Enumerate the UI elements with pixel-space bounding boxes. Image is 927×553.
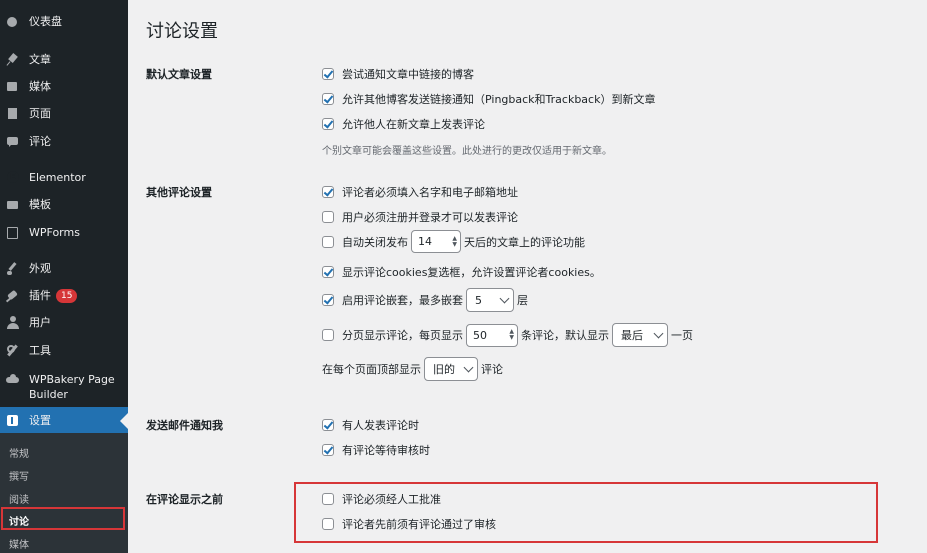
page-title: 讨论设置 bbox=[146, 21, 218, 42]
folder-icon bbox=[6, 198, 20, 212]
plugin-icon bbox=[6, 289, 20, 303]
checkbox[interactable] bbox=[322, 235, 334, 248]
submenu-reading[interactable]: 阅读 bbox=[9, 491, 29, 506]
before-appears-heading: 在评论显示之前 bbox=[146, 493, 223, 506]
checkbox[interactable] bbox=[322, 93, 334, 105]
submenu-writing[interactable]: 撰写 bbox=[9, 468, 29, 483]
close-days-input[interactable]: 14 ▲ ▼ bbox=[411, 230, 461, 253]
comment-order-select[interactable]: 旧的 bbox=[424, 357, 478, 381]
wrench-icon bbox=[6, 344, 20, 358]
option-cookies-optin[interactable]: 显示评论cookies复选框，允许设置评论者cookies。 bbox=[322, 264, 601, 280]
plugin-update-badge: 15 bbox=[56, 289, 78, 303]
option-threaded-comments[interactable]: 启用评论嵌套，最多嵌套 5 层 bbox=[322, 288, 528, 312]
brush-icon bbox=[6, 262, 20, 276]
menu-elementor[interactable]: Elementor bbox=[0, 171, 128, 185]
menu-wpforms[interactable]: WPForms bbox=[0, 226, 128, 240]
option-email-on-comment[interactable]: 有人发表评论时 bbox=[322, 417, 419, 433]
submenu-media[interactable]: 媒体 bbox=[9, 536, 29, 551]
submenu-general[interactable]: 常规 bbox=[9, 445, 29, 460]
menu-wpbakery[interactable]: WPBakery Page Builder bbox=[0, 372, 128, 402]
option-notify-linked-blogs[interactable]: 尝试通知文章中链接的博客 bbox=[322, 66, 474, 82]
highlight-box bbox=[294, 482, 878, 543]
forms-icon bbox=[6, 226, 20, 240]
elementor-icon bbox=[6, 171, 20, 185]
default-article-heading: 默认文章设置 bbox=[146, 68, 212, 81]
checkbox[interactable] bbox=[322, 419, 334, 431]
chevron-down-icon bbox=[463, 362, 474, 372]
menu-tools[interactable]: 工具 bbox=[0, 344, 128, 358]
option-allow-comments[interactable]: 允许他人在新文章上发表评论 bbox=[322, 116, 485, 132]
chevron-down-icon bbox=[499, 293, 510, 303]
option-allow-pingbacks[interactable]: 允许其他博客发送链接通知（Pingback和Trackback）到新文章 bbox=[322, 91, 655, 107]
menu-comments[interactable]: 评论 bbox=[0, 135, 128, 149]
option-email-on-moderation[interactable]: 有评论等待审核时 bbox=[322, 442, 430, 458]
stepper-icon[interactable]: ▲ ▼ bbox=[452, 235, 457, 248]
checkbox[interactable] bbox=[322, 294, 334, 306]
stepper-icon[interactable]: ▲ ▼ bbox=[509, 329, 514, 341]
option-comment-order: 在每个页面顶部显示 旧的 评论 bbox=[322, 357, 503, 381]
main-content: 讨论设置 默认文章设置 尝试通知文章中链接的博客 允许其他博客发送链接通知（Pi… bbox=[128, 0, 927, 553]
other-comment-heading: 其他评论设置 bbox=[146, 186, 212, 199]
menu-dashboard[interactable]: 仪表盘 bbox=[0, 15, 128, 29]
media-icon bbox=[6, 80, 20, 94]
menu-media[interactable]: 媒体 bbox=[0, 80, 128, 94]
menu-settings[interactable]: 设置 bbox=[0, 407, 128, 434]
menu-posts[interactable]: 文章 bbox=[0, 53, 128, 67]
menu-templates[interactable]: 模板 bbox=[0, 198, 128, 212]
checkbox[interactable] bbox=[322, 211, 334, 223]
settings-icon bbox=[6, 414, 20, 428]
email-me-heading: 发送邮件通知我 bbox=[146, 419, 223, 432]
cloud-icon bbox=[6, 372, 20, 386]
user-icon bbox=[6, 316, 20, 330]
checkbox[interactable] bbox=[322, 68, 334, 80]
option-paged-comments[interactable]: 分页显示评论，每页显示 50 ▲ ▼ 条评论，默认显示 最后 一页 bbox=[322, 323, 693, 347]
page-icon bbox=[6, 107, 20, 121]
chevron-down-icon bbox=[653, 328, 664, 338]
thread-depth-select[interactable]: 5 bbox=[466, 288, 514, 312]
checkbox[interactable] bbox=[322, 186, 334, 198]
discussion-highlight-box bbox=[1, 507, 125, 530]
checkbox[interactable] bbox=[322, 444, 334, 456]
option-require-name-email[interactable]: 评论者必须填入名字和电子邮箱地址 bbox=[322, 184, 518, 200]
menu-plugins[interactable]: 插件 15 bbox=[0, 289, 128, 303]
menu-users[interactable]: 用户 bbox=[0, 316, 128, 330]
default-article-note: 个别文章可能会覆盖这些设置。此处进行的更改仅适用于新文章。 bbox=[322, 146, 612, 157]
default-page-select[interactable]: 最后 bbox=[612, 323, 668, 347]
option-auto-close[interactable]: 自动关闭发布 14 ▲ ▼ 天后的文章上的评论功能 bbox=[322, 230, 585, 253]
admin-sidebar: 仪表盘 文章 媒体 页面 评论 Elementor 模板 WPForms 外观 … bbox=[0, 0, 128, 553]
checkbox[interactable] bbox=[322, 329, 334, 341]
pin-icon bbox=[6, 53, 20, 67]
comment-icon bbox=[6, 135, 20, 149]
comments-per-page-input[interactable]: 50 ▲ ▼ bbox=[466, 323, 518, 347]
option-require-registration[interactable]: 用户必须注册并登录才可以发表评论 bbox=[322, 209, 518, 225]
dashboard-icon bbox=[6, 15, 20, 29]
menu-appearance[interactable]: 外观 bbox=[0, 262, 128, 276]
checkbox[interactable] bbox=[322, 118, 334, 130]
menu-pages[interactable]: 页面 bbox=[0, 107, 128, 121]
checkbox[interactable] bbox=[322, 266, 334, 278]
